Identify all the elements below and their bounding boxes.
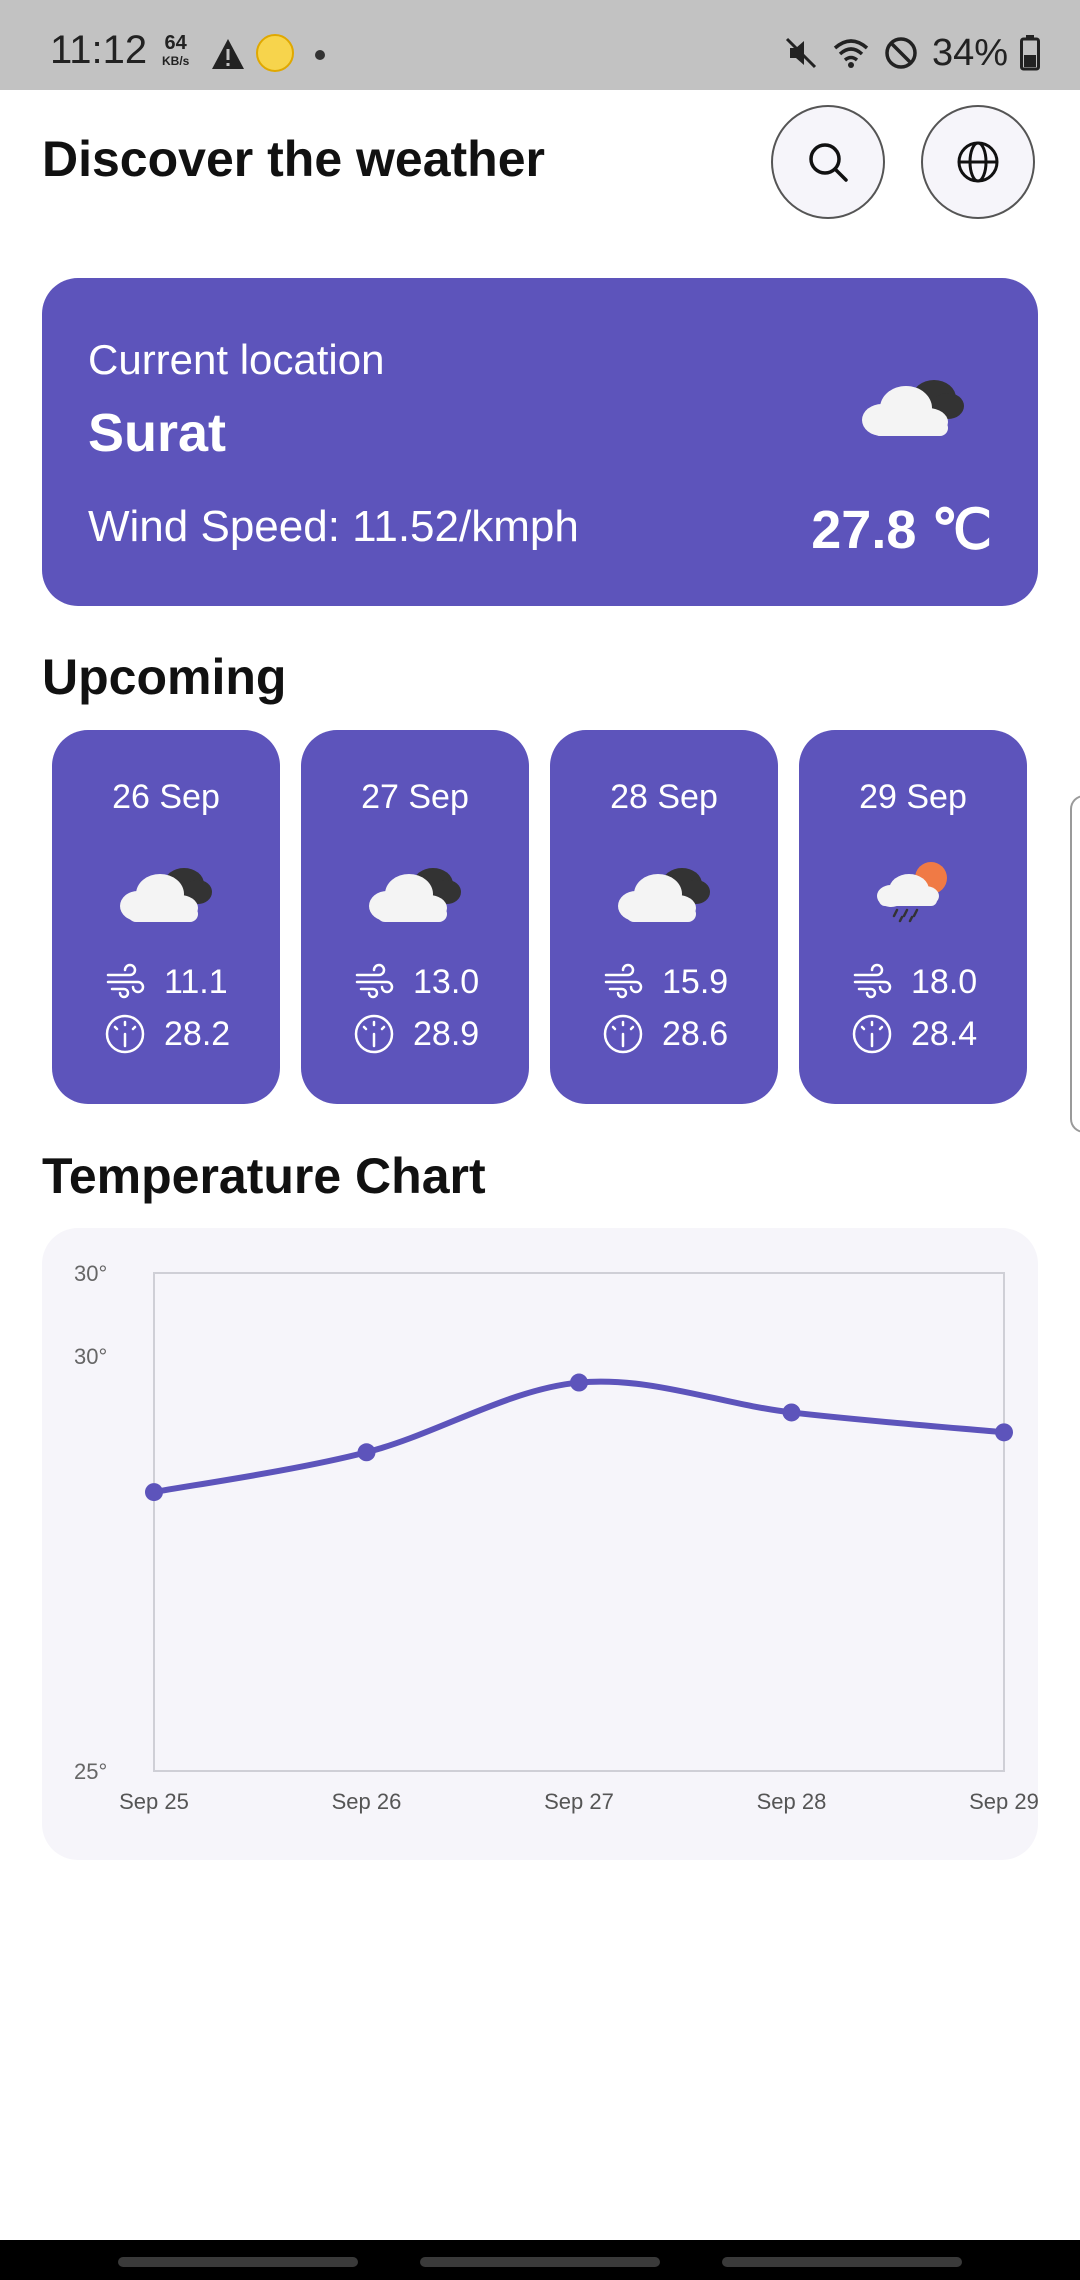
- x-tick-label: Sep 25: [119, 1789, 189, 1814]
- data-point: [570, 1373, 588, 1392]
- search-icon: [809, 143, 848, 182]
- cloud-icon: [120, 868, 212, 922]
- cloud-icon: [369, 868, 461, 922]
- forecast-date: 26 Sep: [112, 778, 220, 816]
- globe-icon: [957, 141, 999, 183]
- do-not-disturb-icon: [885, 37, 917, 69]
- forecast-card[interactable]: 29 Sep 18.0 28.4: [799, 730, 1027, 1104]
- forecast-date: 29 Sep: [859, 778, 967, 816]
- x-tick-label: Sep 26: [332, 1789, 402, 1814]
- mute-icon: [785, 37, 816, 69]
- wind-icon: [106, 963, 145, 999]
- status-time: 11:12: [50, 28, 148, 72]
- x-tick-label: Sep 27: [544, 1789, 614, 1814]
- network-speed-unit: KB/s: [162, 54, 190, 68]
- gauge-icon: [354, 1014, 394, 1054]
- plot-frame: [153, 1272, 1005, 1772]
- forecast-date: 27 Sep: [361, 778, 469, 816]
- forecast-temperature-value: 28.2: [164, 1014, 231, 1053]
- cloud-icon: [618, 868, 710, 922]
- network-speed: 64 KB/s: [162, 32, 190, 70]
- data-point: [995, 1423, 1013, 1442]
- warning-icon: [212, 39, 244, 69]
- temperature-chart: 30° 30° 25° Sep 25 Sep 26 Sep 27 Sep 28 Sep 29: [42, 1228, 1038, 1860]
- y-tick-label: 30°: [74, 1261, 107, 1286]
- current-temperature: 27.8 ℃: [811, 500, 992, 560]
- forecast-date: 28 Sep: [610, 778, 718, 816]
- forecast-wind-value: 11.1: [164, 962, 228, 1001]
- y-tick-label: 30°: [74, 1344, 107, 1369]
- forecast-temperature-value: 28.4: [911, 1014, 978, 1053]
- wifi-icon: [833, 39, 869, 68]
- battery-percent: 34%: [931, 31, 1008, 74]
- forecast-temperature: 28.4: [851, 1012, 1001, 1056]
- battery-icon: [1020, 35, 1040, 71]
- wind-icon: [355, 963, 394, 999]
- temperature-line: [151, 1378, 1007, 1496]
- upcoming-heading: Upcoming: [42, 649, 287, 705]
- data-point: [145, 1483, 163, 1502]
- status-right: 34%: [782, 28, 1040, 78]
- forecast-temperature: 28.2: [104, 1012, 254, 1056]
- x-tick-label: Sep 29: [969, 1789, 1038, 1814]
- chart-heading: Temperature Chart: [42, 1148, 486, 1204]
- forecast-temperature-value: 28.6: [662, 1014, 729, 1053]
- forecast-card[interactable]: 27 Sep 13.0 28.9: [301, 730, 529, 1104]
- nav-pill-center[interactable]: [420, 2257, 660, 2267]
- gauge-icon: [105, 1014, 145, 1054]
- forecast-temperature: 28.9: [353, 1012, 503, 1056]
- data-point: [357, 1443, 376, 1462]
- wind-icon: [604, 963, 643, 999]
- forecast-wind: 18.0: [851, 960, 1001, 1004]
- forecast-list[interactable]: 26 Sep 11.1 28.2 27 Sep 13.0 28.9 28 Sep…: [52, 730, 1032, 1106]
- y-tick-label: 25°: [74, 1759, 107, 1784]
- gauge-icon: [603, 1014, 643, 1054]
- current-weather-card[interactable]: Current location Surat Wind Speed: 11.52…: [42, 278, 1038, 606]
- next-card-peek: [1070, 795, 1080, 1133]
- forecast-wind: 15.9: [602, 960, 752, 1004]
- page-title: Discover the weather: [42, 131, 545, 187]
- forecast-wind-value: 18.0: [911, 962, 978, 1001]
- data-point: [782, 1403, 801, 1422]
- nav-pill-right[interactable]: [722, 2257, 962, 2267]
- cloud-icon: [862, 380, 964, 436]
- forecast-wind-value: 15.9: [662, 962, 729, 1001]
- forecast-wind: 11.1: [104, 960, 254, 1004]
- language-button[interactable]: [921, 105, 1035, 219]
- current-wind-speed: Wind Speed: 11.52/kmph: [88, 502, 579, 551]
- search-button[interactable]: [771, 105, 885, 219]
- nav-pill-left[interactable]: [118, 2257, 358, 2267]
- forecast-wind-value: 13.0: [413, 962, 480, 1001]
- network-speed-value: 64: [164, 32, 187, 54]
- temperature-chart-svg: 30° 30° 25° Sep 25 Sep 26 Sep 27 Sep 28 Sep 29: [74, 1261, 1038, 1814]
- current-city: Surat: [88, 403, 227, 463]
- navigation-bar: [0, 2240, 1080, 2280]
- current-location-label: Current location: [88, 336, 385, 383]
- forecast-card[interactable]: 28 Sep 15.9 28.6: [550, 730, 778, 1104]
- gauge-icon: [852, 1014, 892, 1054]
- notification-app-icon: [256, 34, 294, 72]
- rain-sun-icon: [877, 862, 947, 923]
- forecast-temperature: 28.6: [602, 1012, 752, 1056]
- x-tick-label: Sep 28: [757, 1789, 827, 1814]
- more-notifications-dot: [315, 50, 325, 60]
- forecast-wind: 13.0: [353, 960, 503, 1004]
- status-bar: 11:12 64 KB/s 34%: [0, 0, 1080, 90]
- wind-icon: [853, 963, 892, 999]
- forecast-temperature-value: 28.9: [413, 1014, 480, 1053]
- forecast-card[interactable]: 26 Sep 11.1 28.2: [52, 730, 280, 1104]
